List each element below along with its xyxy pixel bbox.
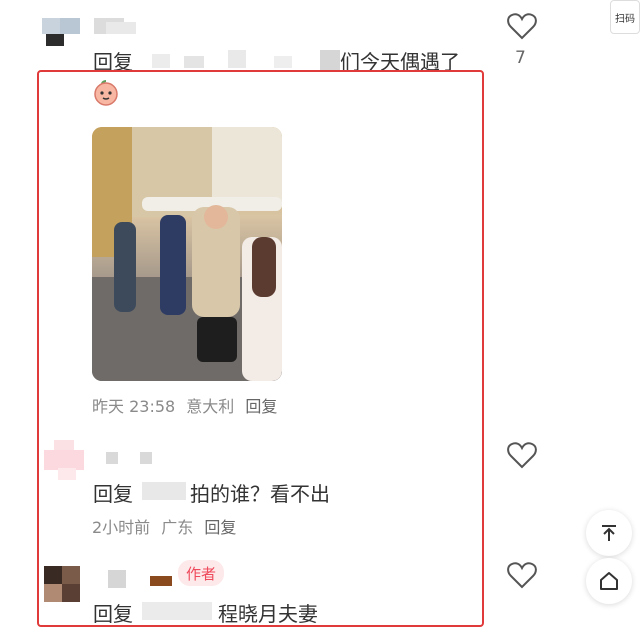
comment-reply-text: 回复: [93, 50, 133, 74]
username[interactable]: [106, 452, 166, 464]
comment-location: 广东: [161, 518, 194, 537]
comment-time: 2小时前: [92, 518, 151, 537]
comment-reply-text-suffix: 们今天偶遇了: [340, 50, 460, 74]
scan-tag[interactable]: 扫码: [610, 0, 640, 34]
home-button[interactable]: [586, 558, 632, 604]
comment-reply-text: 回复: [93, 482, 133, 506]
username[interactable]: [108, 570, 174, 588]
avatar[interactable]: [44, 440, 86, 482]
heart-icon[interactable]: [507, 441, 537, 469]
scroll-top-button[interactable]: [586, 510, 632, 556]
censored-name: [142, 602, 212, 620]
home-icon: [600, 572, 618, 590]
comment-location: 意大利: [186, 397, 235, 416]
author-badge: 作者: [178, 560, 225, 586]
avatar[interactable]: [42, 18, 82, 48]
comment-reply-text-suffix: 程晓月夫妻: [218, 602, 318, 626]
avatar[interactable]: [44, 566, 80, 602]
comment-reply-text: 回复: [93, 602, 133, 626]
comment-photo[interactable]: [92, 127, 282, 381]
censored-name: [140, 50, 340, 70]
comment-reply-text-suffix: 拍的谁？看不出: [190, 482, 330, 506]
censored-name: [142, 482, 186, 500]
reply-button[interactable]: 回复: [245, 397, 277, 416]
heart-icon[interactable]: [507, 12, 537, 40]
comment-meta: 2小时前 广东 回复: [92, 514, 236, 538]
like-count: 7: [515, 48, 526, 68]
scroll-top-icon: [602, 525, 616, 541]
peach-emoji-icon: [94, 80, 118, 106]
heart-icon[interactable]: [507, 561, 537, 589]
comment-time: 昨天 23:58: [92, 397, 176, 416]
comment-meta: 昨天 23:58 意大利 回复: [92, 393, 277, 417]
reply-button[interactable]: 回复: [204, 518, 236, 537]
